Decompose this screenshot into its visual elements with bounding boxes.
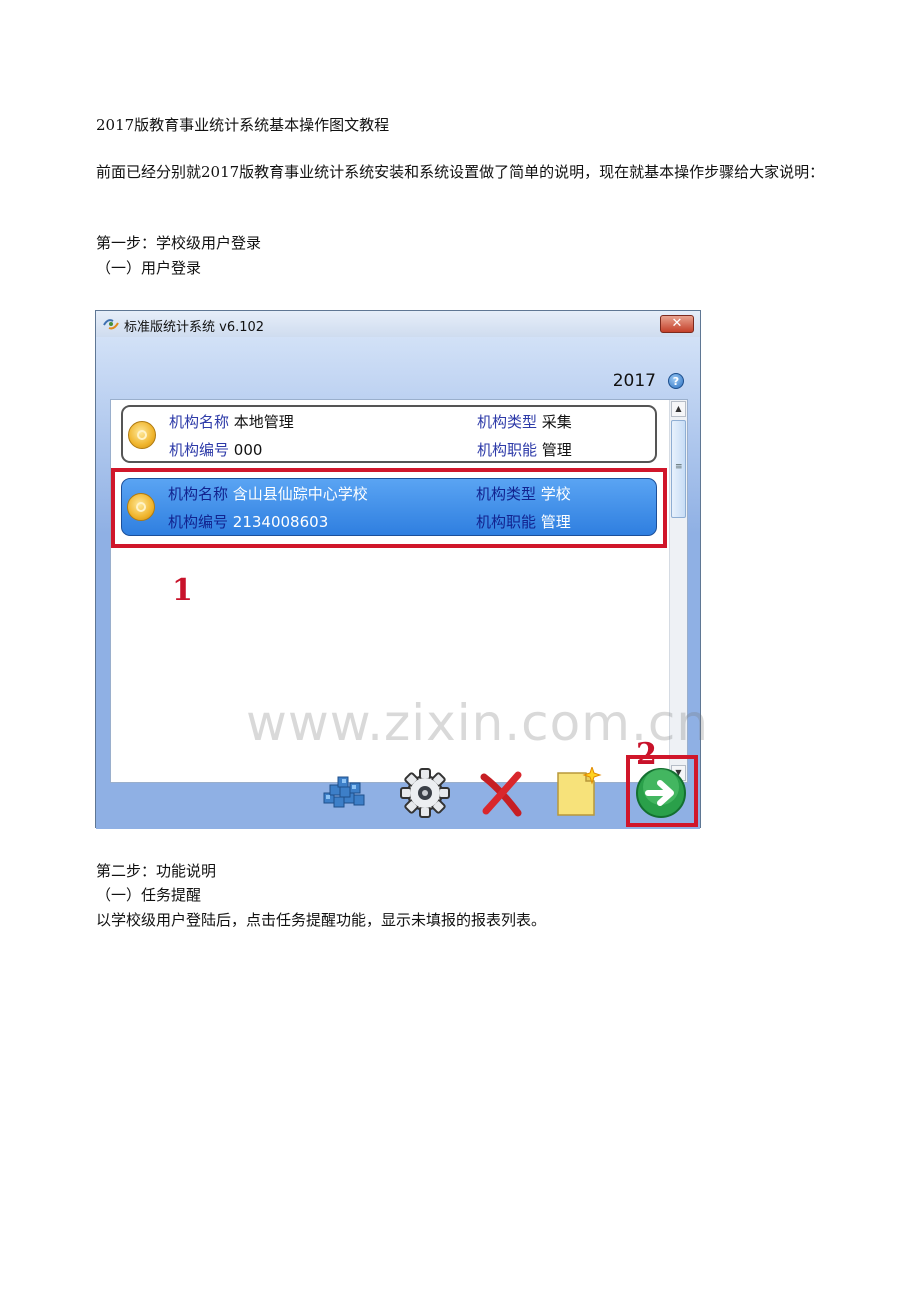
highlight-box-selected-org <box>111 468 667 548</box>
organization-list: 机构名称 本地管理 机构编号 000 机构类型 采集 机构职能 管理 机构名称 … <box>110 399 708 783</box>
window-title: 标准版统计系统 v6.102 <box>124 320 265 335</box>
step2-description: 以学校级用户登陆后，点击任务提醒功能，显示未填报的报表列表。 <box>96 911 547 929</box>
window-titlebar: 标准版统计系统 v6.102 ✕ <box>96 311 700 337</box>
app-logo-icon <box>103 319 119 330</box>
step2-subheading: （一）任务提醒 <box>96 886 202 904</box>
org-type-field: 机构类型 采集 <box>477 413 572 431</box>
login-window-screenshot: 标准版统计系统 v6.102 ✕ 2017 ? 机构名称 本地管理 机构编号 0… <box>95 310 708 829</box>
window-body: 2017 ? 机构名称 本地管理 机构编号 000 机构类型 采集 机构职能 管… <box>96 337 708 829</box>
highlight-box-login-button <box>626 755 698 827</box>
org-name-field: 机构名称 本地管理 <box>169 413 294 431</box>
new-document-icon[interactable] <box>550 767 604 819</box>
step1-subheading: （一）用户登录 <box>96 259 202 277</box>
bottom-toolbar <box>96 757 700 829</box>
help-icon[interactable]: ? <box>668 373 684 389</box>
org-function-field: 机构职能 管理 <box>477 441 572 459</box>
step1-heading: 第一步：学校级用户登录 <box>96 234 262 252</box>
scroll-up-button[interactable]: ▲ <box>671 401 686 417</box>
year-label: 2017 <box>612 371 656 391</box>
scroll-grip-icon: ≡ <box>675 462 683 472</box>
document-title: 2017版教育事业统计系统基本操作图文教程 <box>96 116 390 134</box>
org-code-field: 机构编号 000 <box>169 441 263 459</box>
step2-heading: 第二步：功能说明 <box>96 862 217 880</box>
org-coin-icon <box>128 421 156 449</box>
org-card-local[interactable]: 机构名称 本地管理 机构编号 000 机构类型 采集 机构职能 管理 <box>121 405 657 463</box>
settings-gear-icon[interactable] <box>398 767 452 819</box>
delete-x-icon[interactable] <box>474 767 528 819</box>
intro-paragraph: 前面已经分别就2017版教育事业统计系统安装和系统设置做了简单的说明，现在就基本… <box>96 163 825 181</box>
annotation-number-1: 1 <box>172 573 193 608</box>
scroll-thumb[interactable]: ≡ <box>671 420 686 518</box>
close-button[interactable]: ✕ <box>660 315 694 333</box>
database-icon[interactable] <box>318 767 372 819</box>
